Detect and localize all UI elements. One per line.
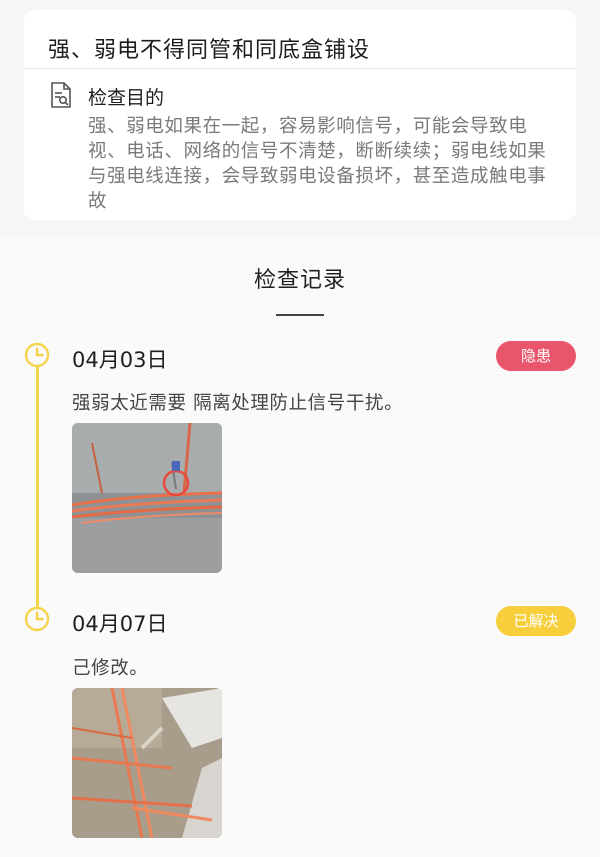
document-search-icon <box>51 82 71 108</box>
status-badge: 隐患 <box>496 341 576 371</box>
status-badge: 已解决 <box>496 606 576 636</box>
divider <box>24 68 576 69</box>
purpose-heading: 检查目的 <box>88 87 165 109</box>
inspection-records: 检查记录 04月03日 隐患 强弱太近需要 隔离处理防止信号干扰。 04月07日… <box>0 238 600 857</box>
title-underline <box>276 314 324 316</box>
record-date: 04月03日 <box>72 348 168 372</box>
construction-wiring-photo[interactable] <box>72 423 222 573</box>
check-item-title: 强、弱电不得同管和同底盒铺设 <box>48 38 371 63</box>
construction-wiring-photo[interactable] <box>72 688 222 838</box>
check-item-card: 强、弱电不得同管和同底盒铺设 检查目的 强、弱电如果在一起，容易影响信号，可能会… <box>24 10 576 220</box>
record-note: 强弱太近需要 隔离处理防止信号干扰。 <box>72 393 404 414</box>
record-note: 己修改。 <box>72 658 149 679</box>
records-title: 检查记录 <box>253 268 346 293</box>
clock-icon <box>24 342 50 368</box>
purpose-text: 强、弱电如果在一起，容易影响信号，可能会导致电视、电话、网络的信号不清楚，断断续… <box>88 116 547 212</box>
record-date: 04月07日 <box>72 612 168 636</box>
clock-icon <box>24 606 50 632</box>
timeline-line <box>36 354 39 614</box>
